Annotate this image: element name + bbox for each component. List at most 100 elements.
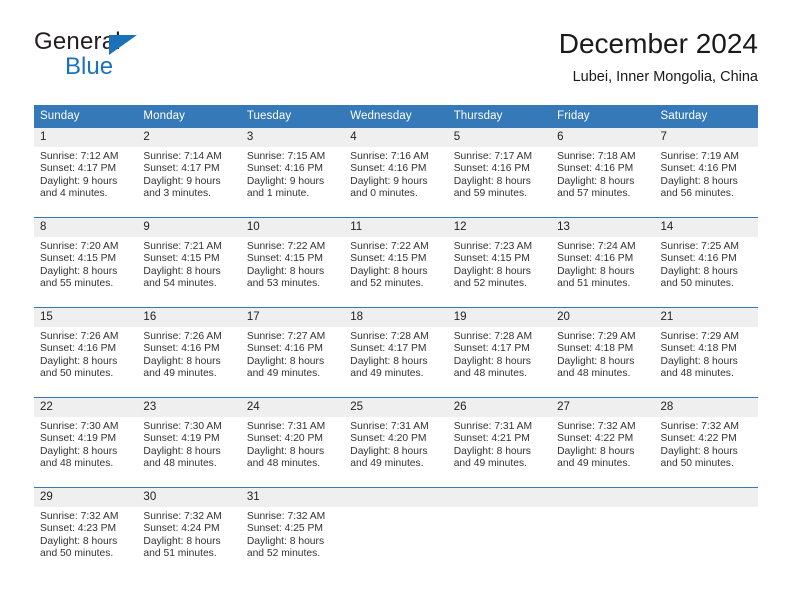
- daylight-line1-text: Daylight: 8 hours: [557, 355, 635, 367]
- calendar-week-row: 15 Sunrise: 7:26 AM Sunset: 4:16 PM Dayligh…: [34, 307, 758, 385]
- sunset-text: Sunset: 4:15 PM: [40, 253, 117, 265]
- day-details: [655, 507, 758, 511]
- day-details: Sunrise: 7:32 AM Sunset: 4:22 PM Daylight:…: [551, 417, 654, 471]
- sunrise-text: Sunrise: 7:20 AM: [40, 241, 119, 252]
- calendar-day-cell[interactable]: 26 Sunrise: 7:31 AM Sunset: 4:21 PM Dayligh…: [447, 397, 552, 475]
- calendar-day-cell[interactable]: 18 Sunrise: 7:28 AM Sunset: 4:17 PM Dayligh…: [344, 307, 448, 385]
- sunset-text: Sunset: 4:24 PM: [143, 523, 220, 535]
- sunrise-text: Sunrise: 7:32 AM: [660, 421, 739, 432]
- calendar-day-cell[interactable]: 10 Sunrise: 7:22 AM Sunset: 4:15 PM Dayligh…: [240, 217, 345, 295]
- day-number: 31: [240, 488, 345, 507]
- calendar-day-cell[interactable]: 17 Sunrise: 7:27 AM Sunset: 4:16 PM Dayligh…: [240, 307, 345, 385]
- daylight-line2-text: and 50 minutes.: [660, 278, 734, 290]
- sunset-text: Sunset: 4:16 PM: [143, 343, 220, 355]
- calendar-day-cell[interactable]: 19 Sunrise: 7:28 AM Sunset: 4:17 PM Dayligh…: [447, 307, 552, 385]
- calendar-day-cell[interactable]: 29 Sunrise: 7:32 AM Sunset: 4:23 PM Dayligh…: [34, 487, 138, 565]
- calendar-row-spacer-cell: [34, 385, 758, 398]
- calendar-day-cell[interactable]: 7 Sunrise: 7:19 AM Sunset: 4:16 PM Daylight…: [654, 127, 758, 205]
- daylight-line1-text: Daylight: 8 hours: [246, 445, 325, 457]
- daylight-line1-text: Daylight: 8 hours: [143, 445, 221, 457]
- page-title: December 2024: [558, 28, 758, 59]
- calendar-day-cell[interactable]: 6 Sunrise: 7:18 AM Sunset: 4:16 PM Daylight…: [551, 127, 655, 205]
- daylight-line2-text: and 49 minutes.: [246, 368, 321, 380]
- sunrise-text: Sunrise: 7:15 AM: [246, 151, 326, 162]
- calendar-day-cell[interactable]: 22 Sunrise: 7:30 AM Sunset: 4:19 PM Dayligh…: [34, 397, 138, 475]
- calendar-day-cell[interactable]: 9 Sunrise: 7:21 AM Sunset: 4:15 PM Daylight…: [137, 217, 241, 295]
- weekday-header-wednesday: Wednesday: [344, 105, 448, 128]
- page-subtitle: Lubei, Inner Mongolia, China: [572, 69, 758, 85]
- calendar-day-cell[interactable]: 3 Sunrise: 7:15 AM Sunset: 4:16 PM Daylight…: [240, 127, 345, 205]
- daylight-line1-text: Daylight: 8 hours: [557, 445, 635, 457]
- day-details: [551, 507, 654, 511]
- day-number: 8: [34, 218, 138, 237]
- daylight-line2-text: and 52 minutes.: [350, 278, 424, 290]
- calendar-day-cell[interactable]: [654, 487, 758, 565]
- day-number: [654, 488, 758, 507]
- day-details: Sunrise: 7:22 AM Sunset: 4:15 PM Daylight:…: [344, 237, 447, 291]
- general-blue-logo[interactable]: General Blue: [34, 28, 274, 86]
- calendar-day-cell[interactable]: [447, 487, 552, 565]
- calendar-day-cell[interactable]: 12 Sunrise: 7:23 AM Sunset: 4:15 PM Dayligh…: [447, 217, 552, 295]
- calendar-day-cell[interactable]: 15 Sunrise: 7:26 AM Sunset: 4:16 PM Dayligh…: [34, 307, 138, 385]
- daylight-line1-text: Daylight: 8 hours: [660, 355, 738, 367]
- calendar-day-cell[interactable]: 23 Sunrise: 7:30 AM Sunset: 4:19 PM Dayligh…: [137, 397, 241, 475]
- calendar-day-cell[interactable]: 31 Sunrise: 7:32 AM Sunset: 4:25 PM Dayligh…: [240, 487, 345, 565]
- calendar-day-cell[interactable]: 28 Sunrise: 7:32 AM Sunset: 4:22 PM Dayligh…: [654, 397, 758, 475]
- calendar-day-cell[interactable]: 1 Sunrise: 7:12 AM Sunset: 4:17 PM Daylight…: [34, 127, 138, 205]
- daylight-line2-text: and 56 minutes.: [660, 188, 734, 200]
- day-number: 1: [34, 128, 138, 147]
- sunset-text: Sunset: 4:17 PM: [143, 163, 220, 175]
- daylight-line2-text: and 4 minutes.: [40, 188, 108, 200]
- calendar-day-cell[interactable]: 27 Sunrise: 7:32 AM Sunset: 4:22 PM Dayligh…: [551, 397, 655, 475]
- calendar-day-cell[interactable]: [344, 487, 448, 565]
- calendar-day-cell[interactable]: 5 Sunrise: 7:17 AM Sunset: 4:16 PM Daylight…: [447, 127, 552, 205]
- day-details: Sunrise: 7:14 AM Sunset: 4:17 PM Daylight:…: [137, 147, 240, 201]
- daylight-line1-text: Daylight: 8 hours: [143, 355, 221, 367]
- calendar-row-spacer-cell: [34, 475, 758, 488]
- day-number: 22: [34, 398, 138, 417]
- sunset-text: Sunset: 4:18 PM: [660, 343, 737, 355]
- daylight-line1-text: Daylight: 8 hours: [246, 265, 325, 277]
- logo-text-general: General: [34, 28, 121, 55]
- sunrise-text: Sunrise: 7:29 AM: [660, 331, 739, 342]
- day-number: 15: [34, 308, 138, 327]
- calendar-day-cell[interactable]: 14 Sunrise: 7:25 AM Sunset: 4:16 PM Dayligh…: [654, 217, 758, 295]
- calendar-day-cell[interactable]: 25 Sunrise: 7:31 AM Sunset: 4:20 PM Dayligh…: [344, 397, 448, 475]
- calendar-grid: Sunday Monday Tuesday Wednesday Thursday…: [34, 105, 758, 565]
- sunrise-text: Sunrise: 7:22 AM: [350, 241, 429, 252]
- calendar-day-cell[interactable]: 2 Sunrise: 7:14 AM Sunset: 4:17 PM Daylight…: [137, 127, 241, 205]
- daylight-line1-text: Daylight: 8 hours: [350, 445, 428, 457]
- day-number: 18: [344, 308, 448, 327]
- sunset-text: Sunset: 4:16 PM: [557, 163, 634, 175]
- day-number: 28: [654, 398, 758, 417]
- daylight-line1-text: Daylight: 8 hours: [246, 355, 325, 367]
- calendar-day-cell[interactable]: 4 Sunrise: 7:16 AM Sunset: 4:16 PM Daylight…: [344, 127, 448, 205]
- calendar-header-row: Sunday Monday Tuesday Wednesday Thursday…: [34, 105, 758, 128]
- daylight-line2-text: and 48 minutes.: [246, 458, 321, 470]
- calendar-day-cell[interactable]: [551, 487, 655, 565]
- sunrise-text: Sunrise: 7:25 AM: [660, 241, 739, 252]
- day-details: Sunrise: 7:28 AM Sunset: 4:17 PM Daylight:…: [344, 327, 447, 381]
- calendar-day-cell[interactable]: 24 Sunrise: 7:31 AM Sunset: 4:20 PM Dayligh…: [240, 397, 345, 475]
- daylight-line1-text: Daylight: 8 hours: [40, 265, 118, 277]
- calendar-day-cell[interactable]: 21 Sunrise: 7:29 AM Sunset: 4:18 PM Dayligh…: [654, 307, 758, 385]
- day-details: Sunrise: 7:26 AM Sunset: 4:16 PM Daylight:…: [34, 327, 137, 381]
- calendar-row-spacer: [34, 205, 758, 218]
- daylight-line2-text: and 48 minutes.: [660, 368, 734, 380]
- day-number: 19: [447, 308, 552, 327]
- weekday-header-tuesday: Tuesday: [240, 105, 345, 128]
- calendar-day-cell[interactable]: 11 Sunrise: 7:22 AM Sunset: 4:15 PM Dayligh…: [344, 217, 448, 295]
- day-number: 21: [654, 308, 758, 327]
- calendar-day-cell[interactable]: 13 Sunrise: 7:24 AM Sunset: 4:16 PM Dayligh…: [551, 217, 655, 295]
- calendar-day-cell[interactable]: 30 Sunrise: 7:32 AM Sunset: 4:24 PM Dayligh…: [137, 487, 241, 565]
- day-details: Sunrise: 7:32 AM Sunset: 4:24 PM Daylight:…: [137, 507, 240, 561]
- day-details: [344, 507, 447, 511]
- day-details: Sunrise: 7:22 AM Sunset: 4:15 PM Daylight:…: [241, 237, 344, 291]
- sunrise-text: Sunrise: 7:32 AM: [246, 511, 326, 522]
- calendar-day-cell[interactable]: 16 Sunrise: 7:26 AM Sunset: 4:16 PM Dayligh…: [137, 307, 241, 385]
- calendar-week-row: 8 Sunrise: 7:20 AM Sunset: 4:15 PM Daylight…: [34, 217, 758, 295]
- day-number: 4: [344, 128, 448, 147]
- calendar-day-cell[interactable]: 8 Sunrise: 7:20 AM Sunset: 4:15 PM Daylight…: [34, 217, 138, 295]
- sunset-text: Sunset: 4:16 PM: [350, 163, 427, 175]
- calendar-day-cell[interactable]: 20 Sunrise: 7:29 AM Sunset: 4:18 PM Dayligh…: [551, 307, 655, 385]
